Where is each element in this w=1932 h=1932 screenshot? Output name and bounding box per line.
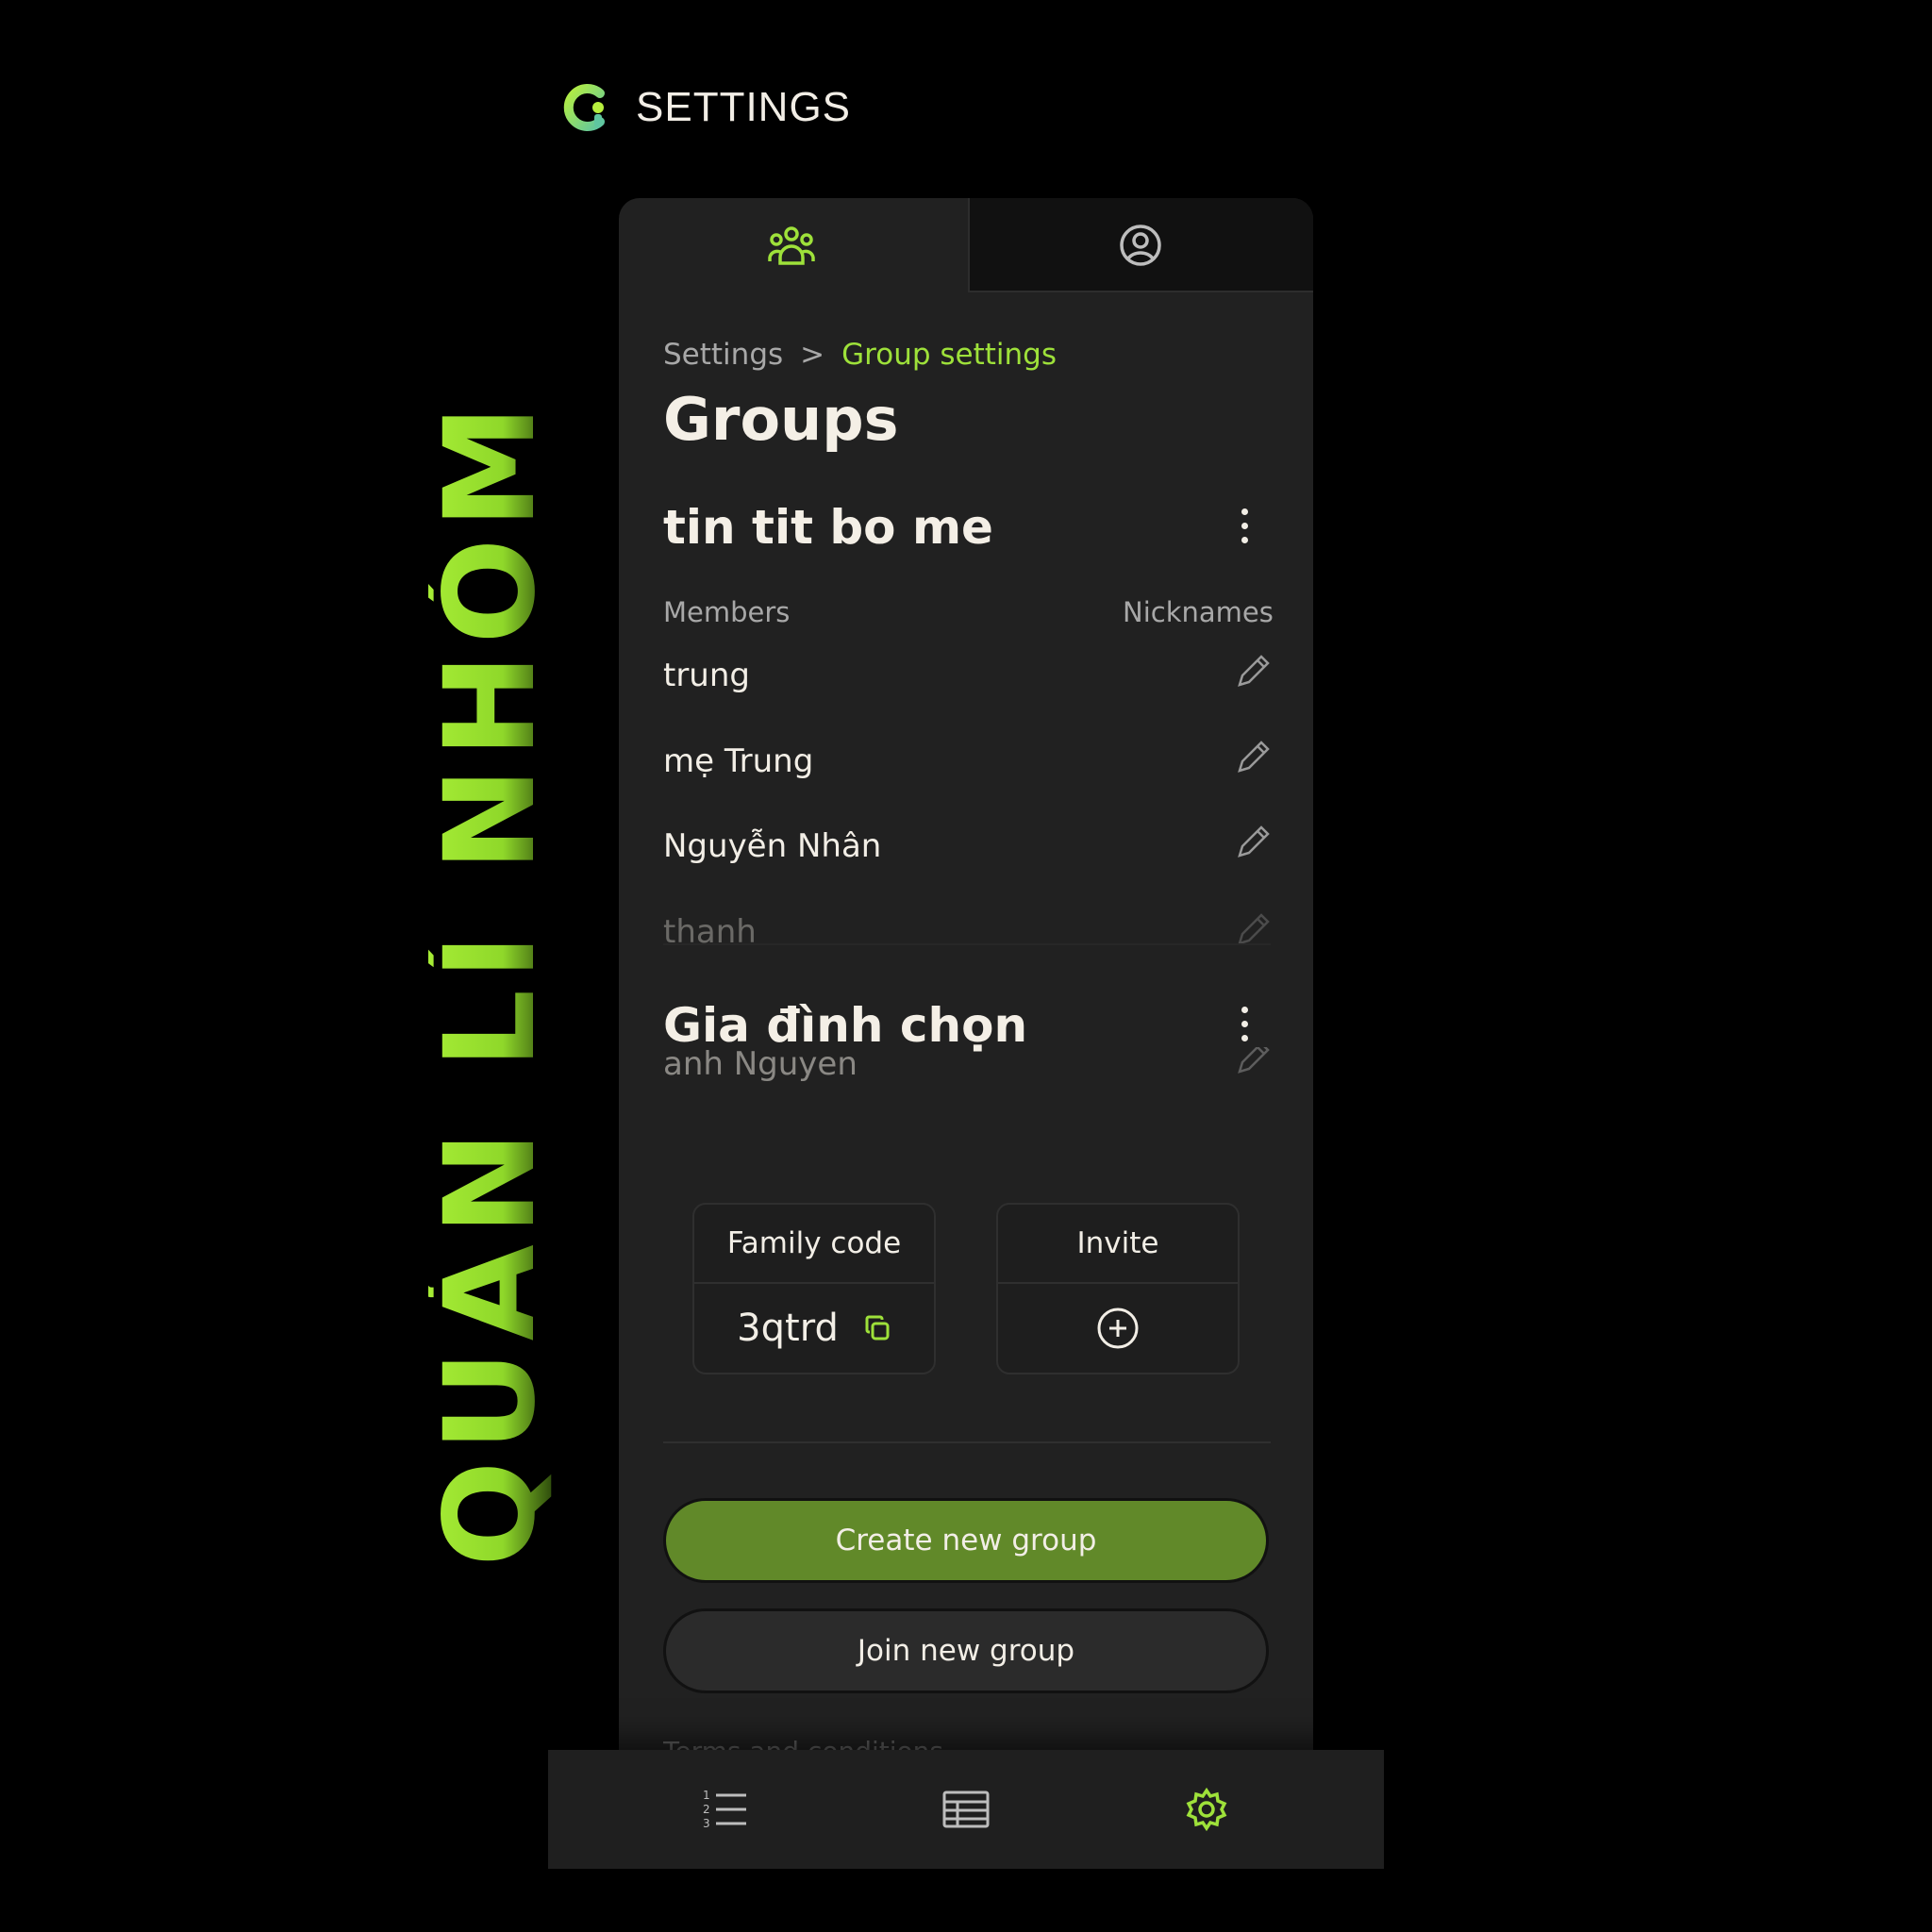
member-name: mẹ Trung bbox=[663, 742, 814, 780]
divider bbox=[663, 1441, 1271, 1443]
member-row-partial: thanh bbox=[663, 908, 1271, 945]
member-name: trung bbox=[663, 657, 750, 694]
group-menu-button[interactable] bbox=[1230, 502, 1258, 549]
breadcrumb-separator: > bbox=[800, 338, 825, 372]
tab-profile[interactable] bbox=[968, 198, 1313, 292]
edit-pencil-icon[interactable] bbox=[1234, 653, 1272, 691]
table-icon bbox=[942, 1790, 990, 1828]
nav-settings[interactable] bbox=[1169, 1772, 1244, 1847]
edit-pencil-icon[interactable] bbox=[1234, 824, 1272, 861]
member-row-partial: anh Nguyen bbox=[663, 1047, 1271, 1089]
invite-label: Invite bbox=[998, 1205, 1238, 1284]
family-code-card: Family code 3qtrd bbox=[692, 1203, 936, 1374]
user-circle-icon bbox=[1120, 225, 1161, 266]
header-title: SETTINGS bbox=[636, 84, 852, 130]
nav-table[interactable] bbox=[928, 1772, 1004, 1847]
invite-card[interactable]: Invite bbox=[996, 1203, 1240, 1374]
breadcrumb: Settings > Group settings bbox=[663, 338, 1057, 372]
plus-circle-icon[interactable] bbox=[1096, 1307, 1140, 1350]
bottom-nav: 1 2 3 bbox=[548, 1750, 1384, 1869]
group-name: tin tit bo me bbox=[663, 500, 993, 555]
family-code-label: Family code bbox=[694, 1205, 934, 1284]
breadcrumb-current: Group settings bbox=[841, 338, 1057, 372]
nicknames-header: Nicknames bbox=[1123, 596, 1274, 628]
group-name: Gia đình chọn bbox=[663, 998, 1028, 1053]
edit-pencil-icon bbox=[1238, 913, 1270, 943]
join-group-button[interactable]: Join new group bbox=[663, 1608, 1269, 1693]
banner-text: QUẢN LÍ NHÓM bbox=[418, 395, 563, 1567]
member-name: Nguyễn Nhân bbox=[663, 827, 882, 865]
member-name: anh Nguyen bbox=[663, 1047, 858, 1083]
edit-pencil-icon bbox=[1238, 1047, 1270, 1074]
svg-text:1: 1 bbox=[703, 1789, 710, 1802]
nav-list[interactable]: 1 2 3 bbox=[688, 1772, 763, 1847]
svg-text:3: 3 bbox=[703, 1817, 710, 1830]
app-header: SETTINGS bbox=[562, 81, 851, 134]
member-name: thanh bbox=[663, 913, 757, 945]
create-group-button[interactable]: Create new group bbox=[663, 1498, 1269, 1583]
group-menu-button[interactable] bbox=[1230, 1000, 1258, 1047]
copy-icon[interactable] bbox=[863, 1314, 891, 1342]
breadcrumb-settings[interactable]: Settings bbox=[663, 338, 783, 372]
family-code-value: 3qtrd bbox=[737, 1307, 839, 1350]
tab-groups[interactable] bbox=[619, 198, 964, 292]
page-title: Groups bbox=[663, 385, 899, 454]
numbered-list-icon: 1 2 3 bbox=[703, 1789, 746, 1830]
members-header: Members bbox=[663, 596, 791, 628]
svg-text:2: 2 bbox=[703, 1803, 710, 1816]
gear-icon bbox=[1186, 1787, 1227, 1832]
app-logo-icon bbox=[563, 84, 605, 131]
edit-pencil-icon[interactable] bbox=[1234, 739, 1272, 776]
people-group-icon bbox=[768, 226, 815, 265]
